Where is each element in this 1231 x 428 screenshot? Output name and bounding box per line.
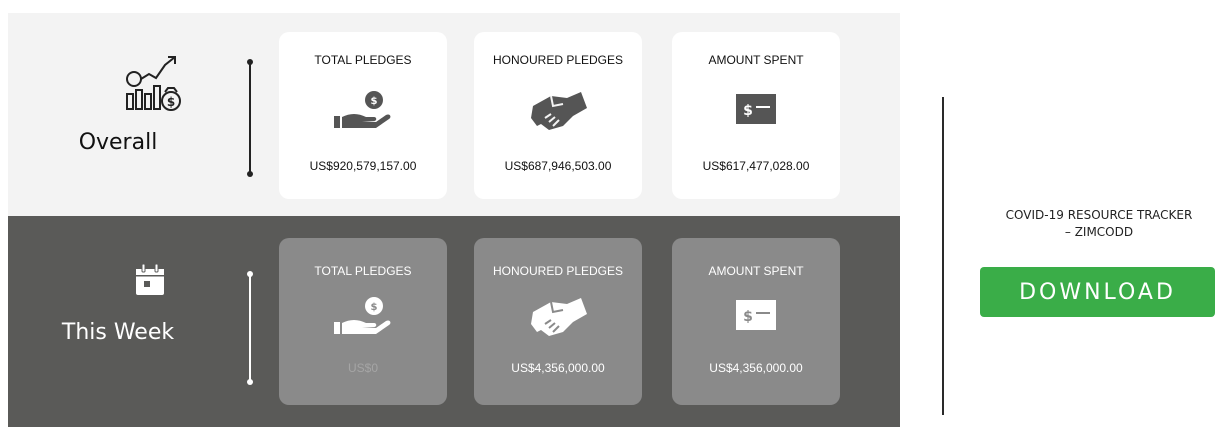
card-honoured-pledges: HONOURED PLEDGES US$687,946,503.00 — [474, 32, 642, 199]
svg-text:$: $ — [743, 309, 753, 325]
card-title: AMOUNT SPENT — [708, 264, 804, 278]
card-title: HONOURED PLEDGES — [492, 264, 624, 278]
card-value: US$687,946,503.00 — [504, 159, 612, 173]
card-title: HONOURED PLEDGES — [492, 53, 624, 67]
right-divider — [942, 97, 944, 415]
divider-dot — [247, 171, 253, 177]
card-value: US$920,579,157.00 — [309, 159, 417, 173]
section-label-this-week: This Week — [61, 320, 175, 345]
card-value: US$4,356,000.00 — [709, 361, 803, 375]
tracker-title: COVID-19 RESOURCE TRACKER – ZIMCODD — [968, 207, 1230, 241]
this-week-panel: This Week TOTAL PLEDGES $ US$0 HONOURED … — [8, 216, 900, 427]
svg-text:$: $ — [743, 103, 753, 119]
card-title: TOTAL PLEDGES — [314, 53, 412, 67]
svg-text:$: $ — [371, 96, 378, 107]
svg-text:$: $ — [371, 302, 378, 313]
card-amount-spent: AMOUNT SPENT $ US$617,477,028.00 — [672, 32, 840, 199]
divider-dot — [247, 59, 253, 65]
card-total-pledges: TOTAL PLEDGES $ US$920,579,157.00 — [279, 32, 447, 199]
handshake-icon — [531, 92, 587, 130]
growth-chart-money-icon: $ — [126, 56, 181, 111]
card-honoured-pledges-week: HONOURED PLEDGES US$4,356,000.00 — [474, 238, 642, 405]
timeline-divider — [247, 271, 253, 385]
card-amount-spent-week: AMOUNT SPENT $ US$4,356,000.00 — [672, 238, 840, 405]
timeline-divider — [247, 59, 253, 177]
card-total-pledges-week: TOTAL PLEDGES $ US$0 — [279, 238, 447, 405]
hand-coin-icon: $ — [334, 91, 391, 128]
card-value: US$4,356,000.00 — [511, 361, 605, 375]
dollar-bill-icon: $ — [736, 300, 776, 330]
divider-dot — [247, 379, 253, 385]
card-title: AMOUNT SPENT — [708, 53, 804, 67]
tracker-title-line1: COVID-19 RESOURCE TRACKER — [1005, 208, 1193, 222]
hand-coin-icon: $ — [334, 297, 391, 334]
svg-text:$: $ — [167, 95, 175, 109]
divider-dot — [247, 271, 253, 277]
handshake-icon — [531, 298, 587, 336]
dollar-bill-icon: $ — [736, 94, 776, 124]
download-button[interactable]: DOWNLOAD — [980, 267, 1215, 317]
card-title: TOTAL PLEDGES — [314, 264, 412, 278]
calendar-icon — [136, 264, 164, 295]
overall-panel: $ Overall TOTAL PLEDGES $ US$920,579,157… — [8, 13, 900, 216]
tracker-title-line2: – ZIMCODD — [1064, 225, 1134, 239]
card-value: US$0 — [347, 361, 379, 375]
section-label-overall: Overall — [78, 130, 158, 155]
card-value: US$617,477,028.00 — [702, 159, 810, 173]
